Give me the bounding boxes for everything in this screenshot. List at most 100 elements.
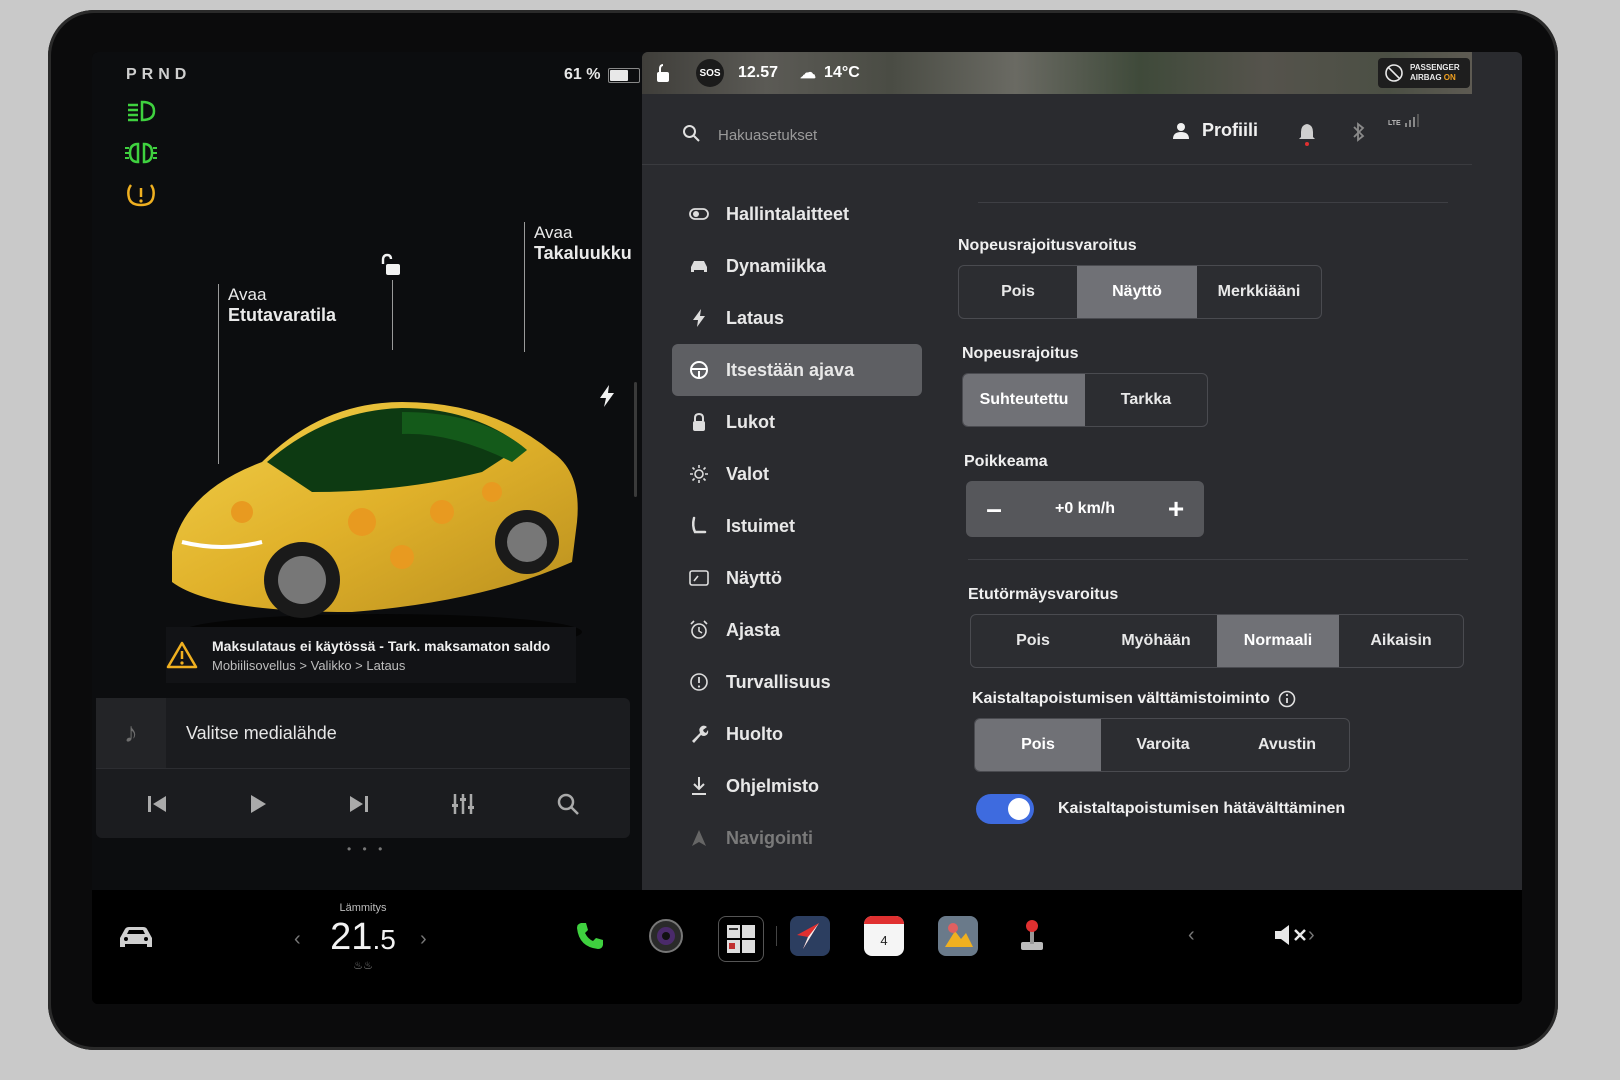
speed-limit-option[interactable]: Tarkka xyxy=(1085,374,1207,426)
sidebar-item-label: Ajasta xyxy=(726,619,781,640)
dock-separator xyxy=(776,926,777,946)
outside-temperature: 14°C xyxy=(824,64,860,81)
climate-temp-dec: .5 xyxy=(372,924,396,955)
bell-icon[interactable] xyxy=(1298,122,1316,146)
lane-departure-option[interactable]: Avustin xyxy=(1225,719,1349,771)
sidebar-item-itsestään-ajava[interactable]: Itsestään ajava xyxy=(672,344,922,396)
speed-limit-option[interactable]: Suhteutettu xyxy=(963,374,1085,426)
next-track-icon[interactable] xyxy=(348,794,370,814)
fog-light-icon xyxy=(125,142,157,164)
sidebar-item-lataus[interactable]: Lataus xyxy=(672,292,922,344)
profile-label: Profiili xyxy=(1202,120,1259,140)
climate-temp-int: 21 xyxy=(330,916,373,958)
joystick-icon[interactable] xyxy=(1012,916,1052,956)
phone-icon[interactable] xyxy=(570,916,610,956)
lane-departure-option[interactable]: Varoita xyxy=(1101,719,1225,771)
offset-label: Poikkeama xyxy=(964,453,1048,470)
info-circle-icon xyxy=(688,671,710,693)
settings-menu: Hallintalaitteet Dynamiikka Lataus Itsestää… xyxy=(672,188,922,864)
previous-track-icon[interactable] xyxy=(146,794,168,814)
defrost-icon: ♨♨ xyxy=(353,960,373,972)
navigation-app-icon[interactable] xyxy=(790,916,830,956)
sidebar-item-label: Ohjelmisto xyxy=(726,775,820,796)
toybox-icon[interactable] xyxy=(718,916,764,962)
callout-rear-line2: Takaluukku xyxy=(534,243,632,263)
sidebar-item-label: Lataus xyxy=(726,307,785,328)
speed-warning-option[interactable]: Pois xyxy=(959,266,1077,318)
sidebar-item-label: Hallintalaitteet xyxy=(726,203,850,224)
entertainment-icon[interactable] xyxy=(938,916,978,956)
collision-warning-option[interactable]: Normaali xyxy=(1217,615,1339,667)
callout-rear-trunk[interactable]: Avaa Takaluukku xyxy=(534,222,632,264)
sidebar-item-lukot[interactable]: Lukot xyxy=(672,396,922,448)
info-icon[interactable] xyxy=(1278,690,1296,708)
bolt-icon xyxy=(688,307,710,329)
speed-warning-option[interactable]: Näyttö xyxy=(1077,266,1197,318)
charging-alert[interactable]: Maksulataus ei käytössä - Tark. maksamat… xyxy=(166,627,576,683)
camera-icon[interactable] xyxy=(646,916,686,956)
sidebar-item-navigointi[interactable]: Navigointi xyxy=(672,812,922,864)
sidebar-item-dynamiikka[interactable]: Dynamiikka xyxy=(672,240,922,292)
music-note-icon: ♪ xyxy=(96,698,166,768)
unlock-status-icon[interactable] xyxy=(652,62,674,84)
callout-front-line1: Avaa xyxy=(228,285,267,304)
passenger-airbag-indicator: PASSENGER AIRBAG ON xyxy=(1378,58,1470,88)
sos-button[interactable]: SOS xyxy=(696,59,724,87)
speed-limit-label: Nopeusrajoitus xyxy=(962,345,1079,362)
car-model-image xyxy=(172,402,582,650)
mute-icon[interactable] xyxy=(1272,922,1312,948)
sidebar-item-hallintalaitteet[interactable]: Hallintalaitteet xyxy=(672,188,922,240)
offset-minus-button[interactable]: – xyxy=(982,493,1006,525)
alarm-icon xyxy=(688,619,710,641)
charge-port-bolt-icon[interactable] xyxy=(598,384,616,408)
sidebar-item-turvallisuus[interactable]: Turvallisuus xyxy=(672,656,922,708)
autopilot-settings: Nopeusrajoitusvaroitus Pois Näyttö Merkkiä… xyxy=(958,202,1478,824)
sidebar-item-näyttö[interactable]: Näyttö xyxy=(672,552,922,604)
bluetooth-icon[interactable] xyxy=(1352,122,1366,142)
collision-warning-option[interactable]: Aikaisin xyxy=(1339,615,1463,667)
collision-warning-option[interactable]: Pois xyxy=(971,615,1095,667)
user-icon xyxy=(1173,122,1189,139)
speed-limit-selector: Suhteutettu Tarkka xyxy=(962,373,1208,427)
offset-plus-button[interactable]: + xyxy=(1164,493,1188,525)
sun-icon xyxy=(688,463,710,485)
vehicle-pane: PRND 61 % Avaa Etutavaratila Avaa Takalu… xyxy=(92,52,664,890)
sidebar-item-valot[interactable]: Valot xyxy=(672,448,922,500)
sidebar-item-ajasta[interactable]: Ajasta xyxy=(672,604,922,656)
gear-indicator: PRND xyxy=(126,66,192,83)
volume-up-chevron-icon[interactable]: › xyxy=(1308,924,1315,947)
climate-control[interactable]: Lämmitys 21.5 ♨♨ xyxy=(290,902,436,972)
sidebar-item-istuimet[interactable]: Istuimet xyxy=(672,500,922,552)
settings-search-input[interactable] xyxy=(716,122,980,148)
sidebar-item-label: Itsestään ajava xyxy=(726,359,855,380)
lane-emergency-toggle[interactable] xyxy=(976,794,1034,824)
sidebar-item-label: Huolto xyxy=(726,723,783,744)
equalizer-icon[interactable] xyxy=(450,792,476,816)
unlock-icon[interactable] xyxy=(380,252,406,278)
seat-icon xyxy=(688,515,710,537)
car-controls-icon[interactable] xyxy=(116,922,156,952)
play-icon[interactable] xyxy=(248,793,268,815)
battery-percent: 61 % xyxy=(564,66,601,83)
callout-rear-line xyxy=(524,222,525,352)
lane-departure-option[interactable]: Pois xyxy=(975,719,1101,771)
sidebar-item-label: Turvallisuus xyxy=(726,671,831,692)
sidebar-item-huolto[interactable]: Huolto xyxy=(672,708,922,760)
divider-top xyxy=(978,202,1448,203)
profile-button[interactable]: Profiili xyxy=(1172,120,1258,141)
speed-warning-label: Nopeusrajoitusvaroitus xyxy=(958,237,1137,254)
speed-warning-option[interactable]: Merkkiääni xyxy=(1197,266,1321,318)
low-beam-icon xyxy=(128,100,156,122)
volume-down-chevron-icon[interactable]: ‹ xyxy=(1188,924,1195,947)
media-title: Valitse medialähde xyxy=(186,722,337,743)
media-source-row[interactable]: ♪ Valitse medialähde xyxy=(96,698,630,769)
climate-increase-chevron-icon[interactable]: › xyxy=(420,928,427,951)
collision-warning-option[interactable]: Myöhään xyxy=(1095,615,1217,667)
media-player: ♪ Valitse medialähde xyxy=(96,698,630,838)
callout-front-trunk[interactable]: Avaa Etutavaratila xyxy=(228,284,336,326)
sidebar-item-ohjelmisto[interactable]: Ohjelmisto xyxy=(672,760,922,812)
media-search-icon[interactable] xyxy=(556,792,580,816)
calendar-icon[interactable]: 4 xyxy=(864,916,904,956)
clock: 12.57 xyxy=(738,64,779,81)
sidebar-item-label: Näyttö xyxy=(726,567,783,588)
